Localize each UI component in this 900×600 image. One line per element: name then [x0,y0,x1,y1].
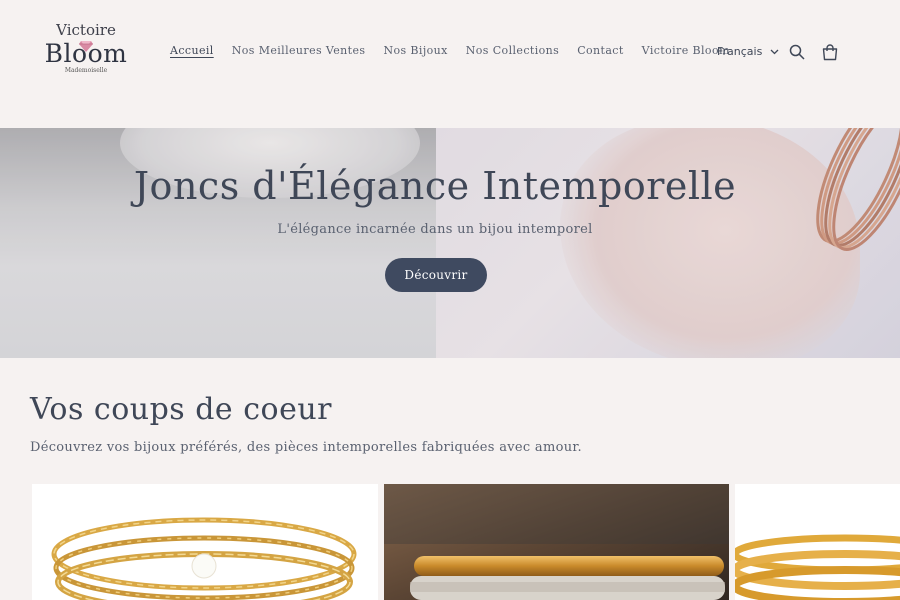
cart-icon [822,43,838,60]
product-card[interactable] [384,484,729,600]
hero-banner: Joncs d'Élégance Intemporelle L'élégance… [0,128,900,358]
main-nav: Accueil Nos Meilleures Ventes Nos Bijoux… [170,44,748,57]
cart-button[interactable] [820,42,840,62]
nav-item-accueil[interactable]: Accueil [170,44,214,57]
product-image [51,517,357,600]
language-selector[interactable]: Français [717,45,779,58]
discover-button[interactable]: Découvrir [385,258,487,292]
brand-name-line1: Victoire [56,21,116,39]
product-image [384,484,729,600]
hero-title: Joncs d'Élégance Intemporelle [133,164,737,208]
nav-item-collections[interactable]: Nos Collections [466,44,559,57]
search-button[interactable] [787,42,807,62]
chevron-down-icon [770,49,779,54]
product-image [735,534,900,600]
hero-subtitle: L'élégance incarnée dans un bijou intemp… [277,222,593,237]
language-label: Français [717,45,763,58]
site-header: Victoire Bloom Mademoiselle Accueil Nos … [0,0,900,128]
brand-tagline: Mademoiselle [64,67,108,74]
product-card[interactable] [735,484,900,600]
gem-icon [79,41,93,52]
nav-item-best-sellers[interactable]: Nos Meilleures Ventes [232,44,366,57]
nav-item-contact[interactable]: Contact [577,44,623,57]
product-card[interactable] [32,484,378,600]
featured-subtitle: Découvrez vos bijoux préférés, des pièce… [30,440,582,455]
search-icon [789,44,805,60]
featured-title: Vos coups de coeur [30,392,332,427]
brand-logo[interactable]: Victoire Bloom Mademoiselle [40,22,132,84]
nav-item-jewelry[interactable]: Nos Bijoux [383,44,447,57]
